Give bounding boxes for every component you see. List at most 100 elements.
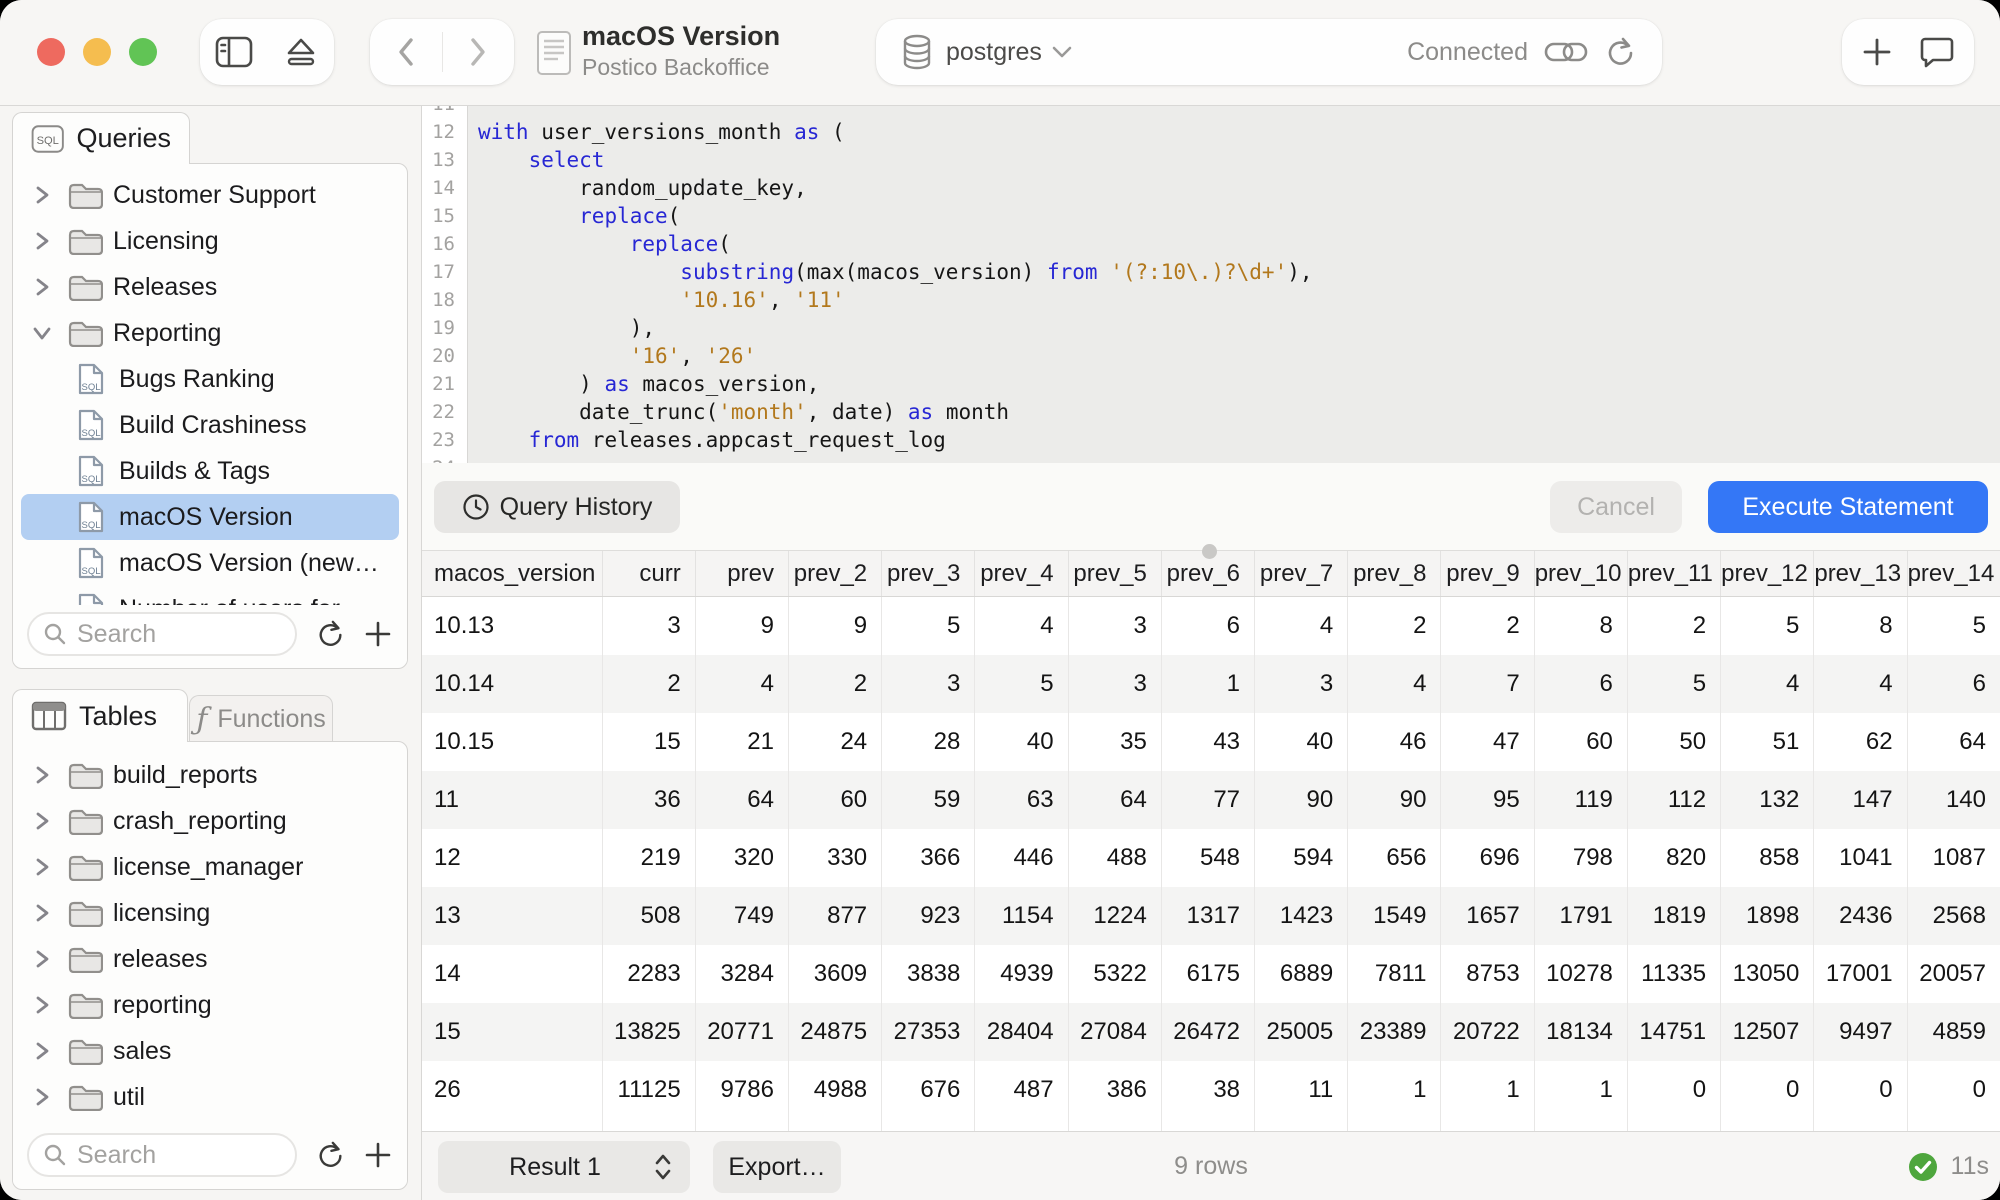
queries-refresh-button[interactable] — [317, 619, 345, 649]
forward-button[interactable] — [443, 37, 514, 67]
cell-prev_2[interactable]: 2 — [788, 655, 881, 713]
column-header-prev_3[interactable]: prev_3 — [882, 551, 975, 597]
cell-prev_12[interactable]: 858 — [1721, 829, 1814, 887]
sql-editor[interactable]: 1112with user_versions_month as (13 sele… — [422, 106, 2000, 463]
editor-line-17[interactable]: 17 substring(max(macos_version) from '(?… — [422, 258, 2000, 286]
cell-prev_5[interactable]: 488 — [1068, 829, 1161, 887]
add-table-button[interactable] — [365, 1142, 391, 1168]
cell-prev_2[interactable]: 9 — [788, 597, 881, 656]
editor-line-16[interactable]: 16 replace( — [422, 230, 2000, 258]
editor-line-12[interactable]: 12with user_versions_month as ( — [422, 118, 2000, 146]
editor-line-23[interactable]: 23 from releases.appcast_request_log — [422, 426, 2000, 454]
cell-prev_13[interactable]: 0 — [1814, 1061, 1907, 1119]
cell-prev_6[interactable]: 43 — [1161, 713, 1254, 771]
chevron-right-icon[interactable] — [34, 765, 50, 785]
cell-prev_11[interactable]: 14751 — [1627, 1003, 1720, 1061]
cell-prev_9[interactable]: 2 — [1441, 597, 1534, 656]
result-row-14[interactable]: 1422833284360938384939532261756889781187… — [422, 945, 2000, 1003]
cell-curr[interactable]: 11125 — [602, 1061, 695, 1119]
cell-prev_7[interactable]: 4 — [1255, 597, 1348, 656]
editor-line-22[interactable]: 22 date_trunc('month', date) as month — [422, 398, 2000, 426]
zoom-window-button[interactable] — [129, 38, 157, 66]
cell-prev_2[interactable]: 24 — [788, 713, 881, 771]
cell-prev_7[interactable]: 90 — [1255, 771, 1348, 829]
cell-prev_4[interactable]: 5 — [975, 655, 1068, 713]
cell-curr[interactable]: 2 — [602, 655, 695, 713]
cell-prev_13[interactable]: 4 — [1814, 655, 1907, 713]
chevron-right-icon[interactable] — [34, 903, 50, 923]
close-window-button[interactable] — [37, 38, 65, 66]
tree-folder-reporting[interactable]: Reporting — [13, 310, 407, 356]
cell-curr[interactable]: 3 — [602, 597, 695, 656]
cell-prev_10[interactable]: 6 — [1534, 655, 1627, 713]
chevron-right-icon[interactable] — [34, 185, 50, 205]
column-header-prev_9[interactable]: prev_9 — [1441, 551, 1534, 597]
cell-prev_5[interactable]: 3 — [1068, 655, 1161, 713]
chevron-right-icon[interactable] — [34, 231, 50, 251]
cell-prev_12[interactable]: 5 — [1721, 597, 1814, 656]
result-row-10.13[interactable]: 10.13399543642282585 — [422, 597, 2000, 656]
cell-prev_10[interactable]: 1791 — [1534, 887, 1627, 945]
cell-prev_11[interactable]: 50 — [1627, 713, 1720, 771]
cell-macos-version[interactable]: 12 — [422, 829, 602, 887]
chevron-down-icon[interactable] — [32, 325, 52, 341]
editor-line-15[interactable]: 15 replace( — [422, 202, 2000, 230]
cell-prev_6[interactable]: 1 — [1161, 655, 1254, 713]
cell-prev_4[interactable]: 4939 — [975, 945, 1068, 1003]
cell-prev_14[interactable]: 140 — [1907, 771, 2000, 829]
cell-prev_8[interactable]: 46 — [1348, 713, 1441, 771]
cell-prev_3[interactable]: 27353 — [882, 1003, 975, 1061]
cell-prev_8[interactable]: 4 — [1348, 655, 1441, 713]
cell-prev_11[interactable]: 112 — [1627, 771, 1720, 829]
tree-folder-licensing[interactable]: licensing — [13, 890, 407, 936]
cell-prev_9[interactable]: 1657 — [1441, 887, 1534, 945]
tree-item-macos-version-new[interactable]: SQLmacOS Version (new… — [13, 540, 407, 586]
cell-prev_3[interactable]: 59 — [882, 771, 975, 829]
cell-prev_13[interactable]: 147 — [1814, 771, 1907, 829]
cell-prev_4[interactable]: 446 — [975, 829, 1068, 887]
result-selector[interactable]: Result 1 — [438, 1141, 690, 1193]
tables-refresh-button[interactable] — [317, 1140, 345, 1170]
cell-prev_11[interactable]: 5 — [1627, 655, 1720, 713]
cell-prev[interactable]: 9 — [695, 597, 788, 656]
chevron-right-icon[interactable] — [34, 811, 50, 831]
cell-prev_7[interactable]: 594 — [1255, 829, 1348, 887]
result-row-13[interactable]: 1350874987792311541224131714231549165717… — [422, 887, 2000, 945]
cell-prev_14[interactable]: 4859 — [1907, 1003, 2000, 1061]
cell-prev[interactable]: 4 — [695, 655, 788, 713]
cell-prev_3[interactable]: 3838 — [882, 945, 975, 1003]
chevron-right-icon[interactable] — [34, 949, 50, 969]
cell-prev_12[interactable]: 51 — [1721, 713, 1814, 771]
cell-prev_13[interactable]: 17001 — [1814, 945, 1907, 1003]
editor-line-21[interactable]: 21 ) as macos_version, — [422, 370, 2000, 398]
cell-prev_7[interactable]: 3 — [1255, 655, 1348, 713]
cell-prev_10[interactable]: 1 — [1534, 1061, 1627, 1119]
cell-prev_5[interactable]: 1224 — [1068, 887, 1161, 945]
cell-prev_9[interactable]: 7 — [1441, 655, 1534, 713]
editor-line-24[interactable]: 24 — [422, 454, 2000, 463]
cell-prev_7[interactable]: 40 — [1255, 713, 1348, 771]
queries-search-input[interactable]: Search — [27, 612, 297, 656]
connection-link-button[interactable] — [1544, 39, 1588, 65]
column-header-macos_version[interactable]: macos_version — [422, 551, 602, 597]
database-selector[interactable]: postgres — [946, 38, 1042, 67]
cell-prev_3[interactable]: 5 — [882, 597, 975, 656]
cell-prev_11[interactable]: 2 — [1627, 597, 1720, 656]
cancel-button[interactable]: Cancel — [1550, 481, 1682, 533]
cell-prev_12[interactable]: 4 — [1721, 655, 1814, 713]
minimize-window-button[interactable] — [83, 38, 111, 66]
cell-prev_13[interactable]: 62 — [1814, 713, 1907, 771]
chevron-right-icon[interactable] — [34, 995, 50, 1015]
cell-prev_9[interactable]: 95 — [1441, 771, 1534, 829]
cell-prev_13[interactable]: 9497 — [1814, 1003, 1907, 1061]
cell-prev_5[interactable]: 64 — [1068, 771, 1161, 829]
column-header-prev_11[interactable]: prev_11 — [1627, 551, 1720, 597]
cell-prev_9[interactable]: 1 — [1441, 1061, 1534, 1119]
cell-curr[interactable]: 36 — [602, 771, 695, 829]
editor-line-11[interactable]: 11 — [422, 106, 2000, 118]
cell-prev[interactable]: 3284 — [695, 945, 788, 1003]
tree-folder-releases[interactable]: releases — [13, 936, 407, 982]
cell-prev_3[interactable]: 676 — [882, 1061, 975, 1119]
cell-prev_6[interactable]: 548 — [1161, 829, 1254, 887]
cell-macos-version[interactable]: 10.15 — [422, 713, 602, 771]
